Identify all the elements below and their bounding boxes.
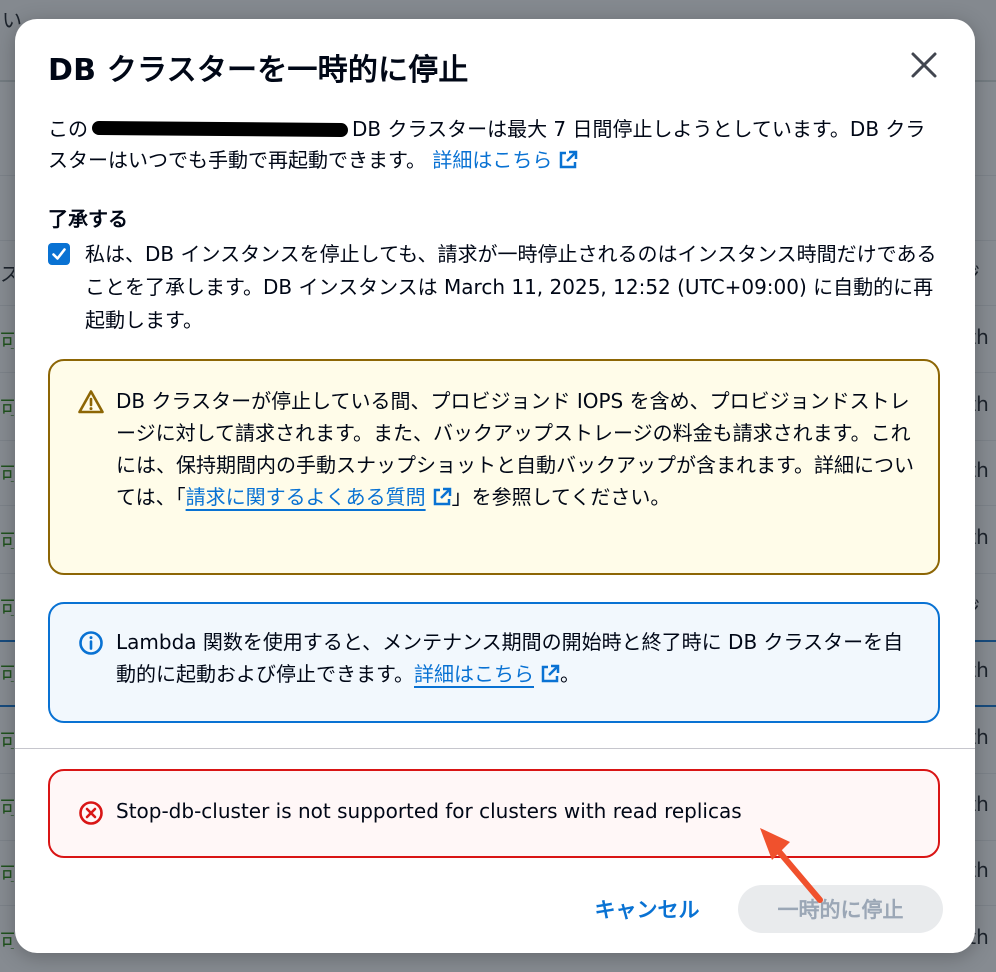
modal-title: DB クラスターを一時的に停止 xyxy=(48,53,469,88)
info-text-after: 。 xyxy=(560,662,580,686)
acknowledge-title: 了承する xyxy=(48,207,128,231)
info-learn-more-link[interactable]: 詳細はこちら xyxy=(414,662,560,686)
learn-more-link[interactable]: 詳細はこちら xyxy=(432,148,578,172)
warning-alert-text: DB クラスターが停止している間、プロビジョンド IOPS を含め、プロビジョン… xyxy=(116,385,916,513)
external-link-icon xyxy=(541,664,560,683)
cancel-button[interactable]: キャンセル xyxy=(583,889,711,929)
acknowledge-text: 私は、DB インスタンスを停止しても、請求が一時停止されるのはインスタンス時間だ… xyxy=(85,242,937,332)
acknowledge-checkbox[interactable] xyxy=(48,243,70,265)
info-learn-more-label: 詳細はこちら xyxy=(414,662,534,686)
modal-description: この DB クラスターは最大 7 日間停止しようとしています。DB クラスターはい… xyxy=(48,114,943,176)
footer-divider xyxy=(15,748,975,749)
info-circle-icon xyxy=(79,631,103,655)
billing-faq-link[interactable]: 請求に関するよくある質問 xyxy=(186,485,452,509)
error-circle-x-icon xyxy=(79,801,103,825)
stop-cluster-modal: DB クラスターを一時的に停止 この DB クラスターは最大 7 日間停止しようと… xyxy=(15,19,975,953)
external-link-icon xyxy=(560,150,578,169)
warning-text-after: 」を参照してください。 xyxy=(451,485,671,509)
warning-alert: DB クラスターが停止している間、プロビジョンド IOPS を含め、プロビジョン… xyxy=(48,359,940,575)
close-icon xyxy=(911,52,937,78)
annotation-arrow-icon xyxy=(760,828,823,903)
redacted-cluster-name xyxy=(91,120,349,137)
description-prefix: この xyxy=(48,117,88,141)
info-alert: Lambda 関数を使用すると、メンテナンス期間の開始時と終了時に DB クラス… xyxy=(48,602,940,723)
info-alert-text: Lambda 関数を使用すると、メンテナンス期間の開始時と終了時に DB クラス… xyxy=(116,626,916,690)
billing-faq-link-label: 請求に関するよくある質問 xyxy=(185,485,426,509)
checkmark-icon xyxy=(52,248,66,260)
learn-more-link-label: 詳細はこちら xyxy=(432,148,553,172)
warning-triangle-icon xyxy=(78,390,104,414)
external-link-icon xyxy=(433,487,451,506)
close-button[interactable] xyxy=(905,46,943,84)
